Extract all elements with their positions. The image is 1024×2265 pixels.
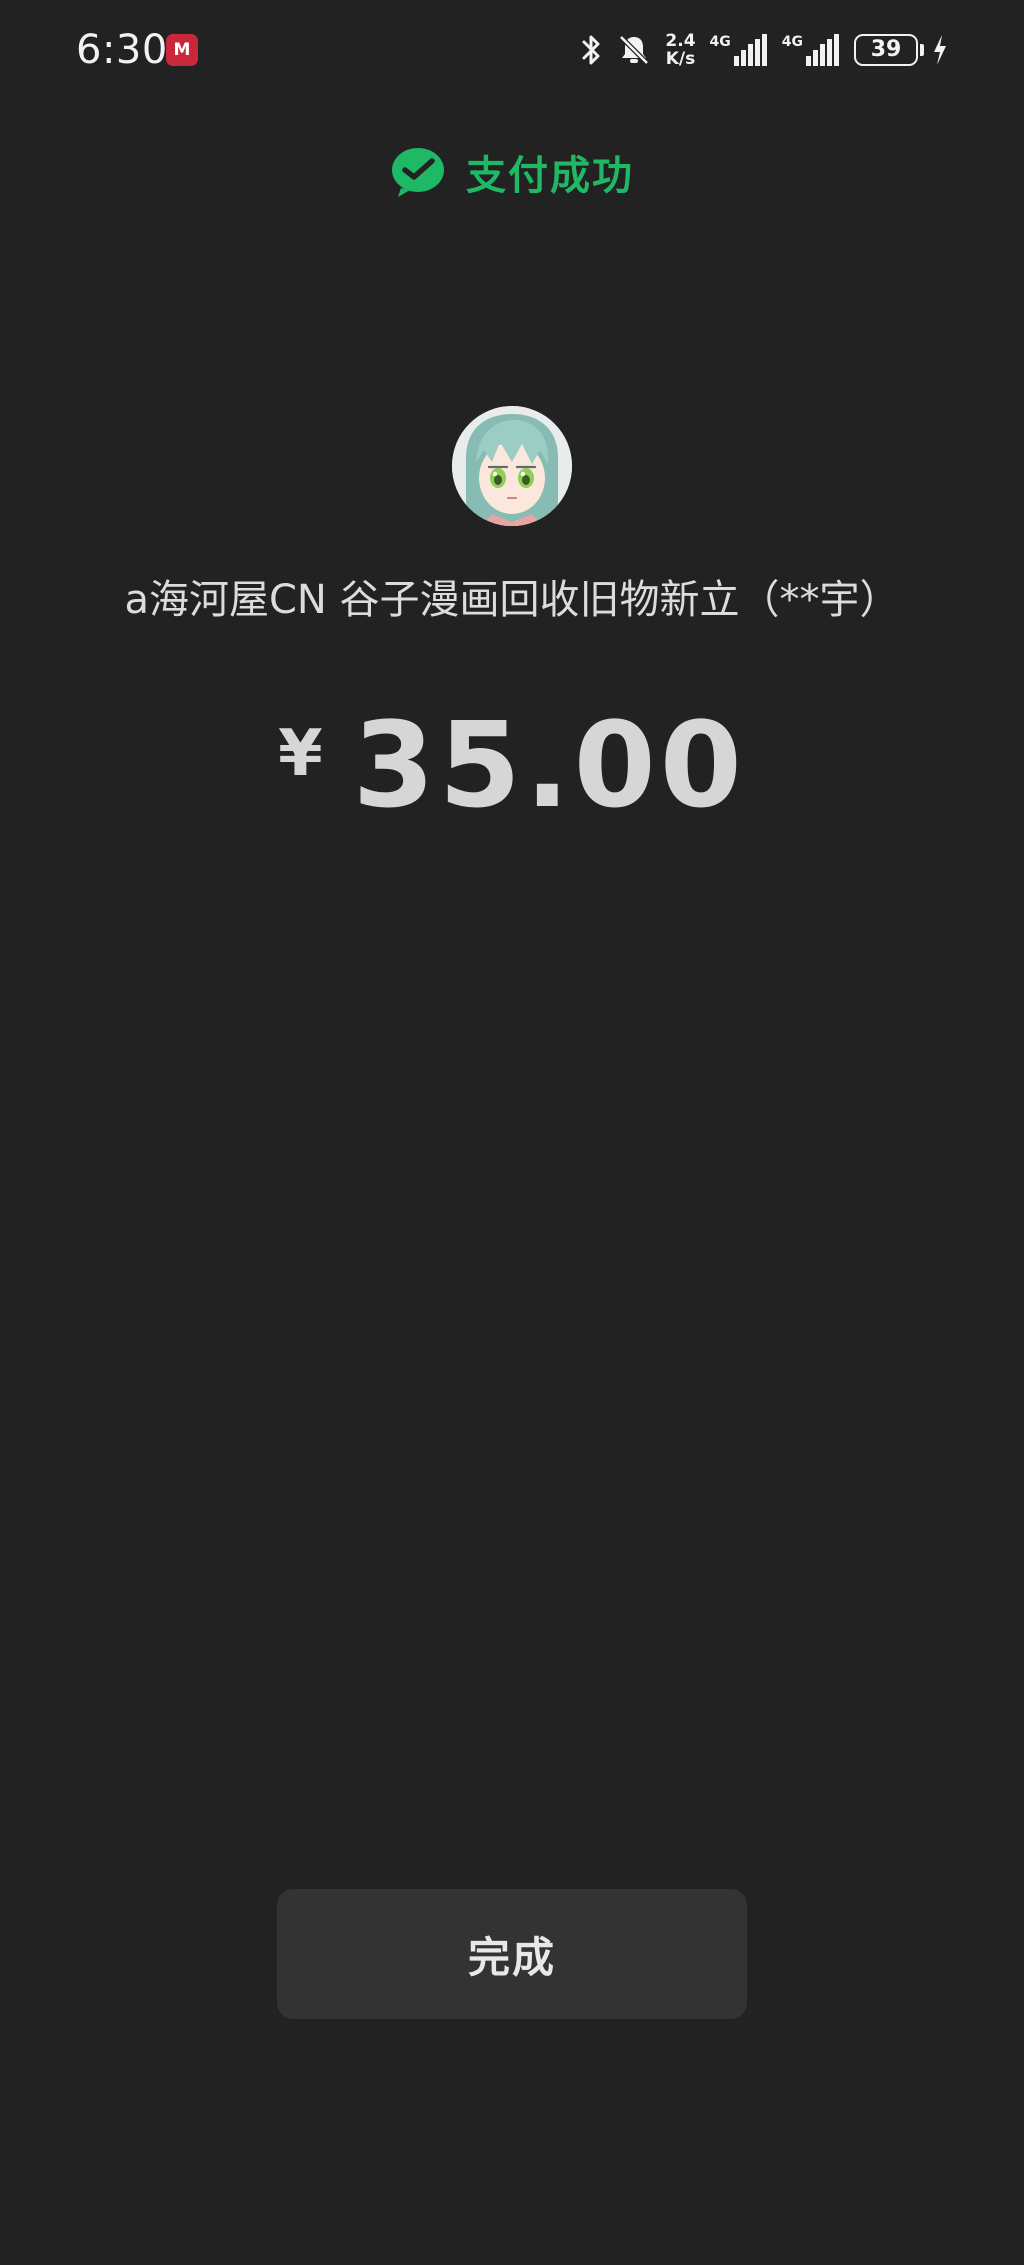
sim1-tech-label: 4G: [709, 34, 731, 50]
status-time: 6:30: [76, 27, 168, 73]
network-speed-unit: K/s: [665, 49, 696, 69]
currency-symbol: ¥: [278, 717, 323, 791]
bell-off-icon: [617, 33, 651, 67]
sim1-signal: 4G: [710, 34, 768, 66]
wechat-pay-check-icon: [390, 146, 446, 198]
merchant-avatar: [452, 406, 572, 526]
network-speed-value: 2.4: [665, 31, 696, 51]
signal-icon: [733, 34, 767, 66]
app-notification-icon: M: [166, 34, 198, 66]
charging-icon: [932, 34, 948, 66]
merchant-name: a海河屋CN 谷子漫画回收旧物新立（**宇）: [124, 577, 900, 623]
status-bar: 6:30 M 2.4 K/s 4G 4G 39: [0, 0, 1024, 100]
network-speed: 2.4 K/s: [665, 32, 695, 68]
sim2-signal: 4G: [782, 34, 840, 66]
sim2-tech-label: 4G: [781, 34, 803, 50]
done-button[interactable]: 完成: [277, 1889, 747, 2019]
payment-success-header: 支付成功: [0, 140, 1024, 204]
battery-icon: 39: [854, 34, 924, 66]
signal-icon: [806, 34, 839, 66]
bluetooth-icon: [581, 33, 603, 67]
status-icons: 2.4 K/s 4G 4G 39: [581, 26, 948, 74]
payment-amount: ¥ 35.00: [0, 690, 1024, 840]
amount-value: 35.00: [352, 696, 746, 834]
payment-success-text: 支付成功: [466, 153, 634, 199]
